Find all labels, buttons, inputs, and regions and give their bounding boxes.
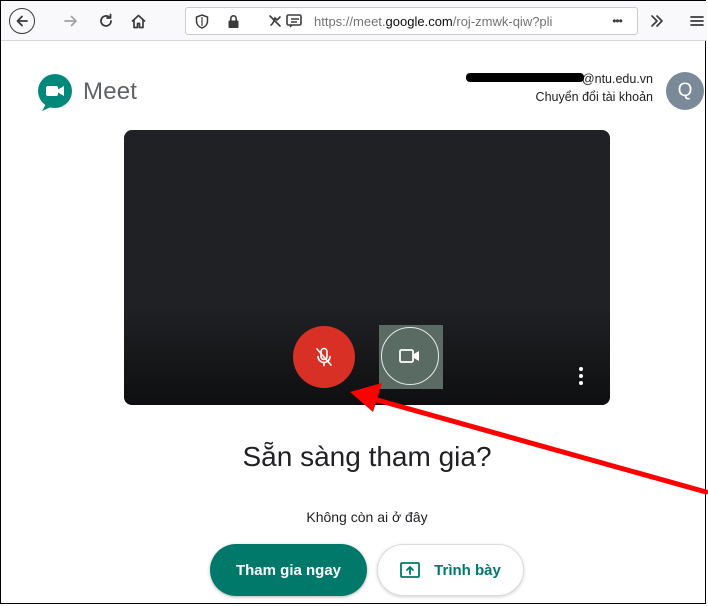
more-dots-icon: ••• [612, 14, 623, 28]
video-camera-icon [399, 349, 419, 363]
permissions-icon[interactable] [268, 13, 304, 29]
home-button[interactable] [124, 7, 152, 35]
more-options-button[interactable] [576, 365, 586, 387]
present-screen-icon [400, 562, 421, 578]
camera-toggle-area [379, 325, 443, 389]
overflow-button[interactable] [643, 7, 671, 35]
shield-icon[interactable] [194, 13, 210, 29]
microphone-toggle-button[interactable] [293, 326, 355, 388]
redaction-bar [465, 73, 584, 83]
account-email-suffix: @ntu.edu.vn [581, 72, 653, 86]
join-now-button[interactable]: Tham gia ngay [210, 544, 367, 596]
menu-button[interactable] [683, 7, 708, 35]
url-path: /roj-zmwk-qiw?pli [452, 14, 553, 29]
browser-toolbar: https://meet.google.com/roj-zmwk-qiw?pli… [1, 1, 707, 41]
url-prefix: https://meet. [314, 14, 386, 29]
video-preview [124, 130, 610, 405]
present-button[interactable]: Trình bày [377, 544, 524, 596]
reload-icon [100, 13, 112, 27]
reload-button[interactable] [92, 7, 120, 35]
microphone-off-icon [316, 347, 332, 367]
participants-status: Không còn ai ở đây [306, 509, 428, 525]
avatar[interactable]: Q [666, 72, 704, 110]
home-icon [130, 14, 146, 28]
menu-icon [690, 16, 704, 26]
back-icon [9, 8, 35, 34]
account-email: @ntu.edu.vn [465, 72, 653, 86]
forward-icon [64, 15, 77, 27]
meet-logo-icon [38, 74, 72, 111]
forward-button[interactable] [57, 7, 85, 35]
overflow-icon [651, 15, 663, 27]
url-fade [577, 10, 601, 32]
switch-account-link[interactable]: Chuyển đổi tài khoản [536, 90, 653, 104]
url-host: google.com [385, 14, 453, 29]
camera-toggle-button[interactable] [381, 327, 439, 385]
url-text[interactable]: https://meet.google.com/roj-zmwk-qiw?pli [314, 14, 604, 30]
url-bar[interactable]: https://meet.google.com/roj-zmwk-qiw?pli… [185, 7, 638, 35]
lock-icon[interactable] [225, 13, 241, 29]
join-now-label: Tham gia ngay [235, 561, 342, 579]
present-label: Trình bày [434, 561, 501, 579]
page-actions-button[interactable]: ••• [605, 12, 629, 30]
more-vert-icon [579, 367, 583, 385]
back-button[interactable] [8, 7, 36, 35]
ready-to-join-title: Sẵn sàng tham gia? [242, 441, 492, 472]
preview-shade [124, 305, 610, 405]
app-name: Meet [83, 78, 138, 105]
